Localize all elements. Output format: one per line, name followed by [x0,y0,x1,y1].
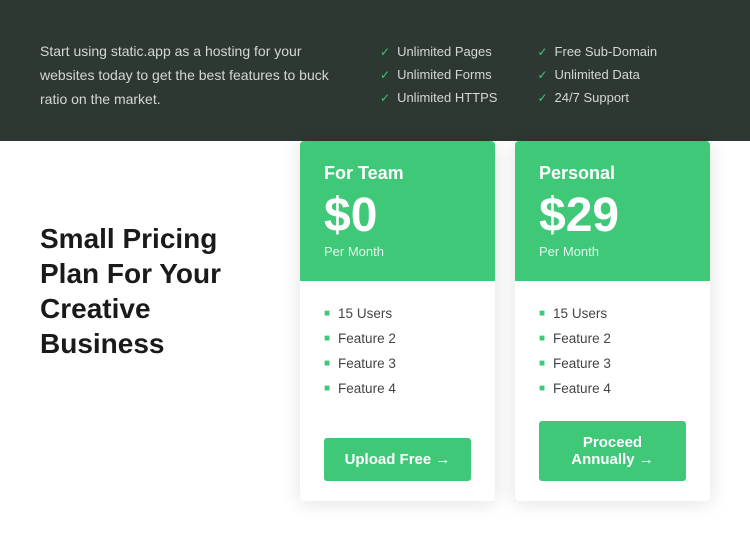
cards-container: For Team $0 Per Month ■ 15 Users ■ Featu… [300,141,710,501]
feature-list-item: ■ Feature 4 [539,376,686,401]
feature-list: ■ 15 Users ■ Feature 2 ■ Feature 3 ■ Fea… [539,301,686,401]
bullet-icon: ■ [324,308,330,319]
check-icon: ✓ [380,68,390,82]
feature-item: ✓ Unlimited HTTPS [380,90,497,105]
feature-list-item: ■ Feature 2 [539,326,686,351]
pricing-card-0: For Team $0 Per Month ■ 15 Users ■ Featu… [300,141,495,501]
feature-label: Unlimited HTTPS [397,90,497,105]
feature-list-item: ■ Feature 3 [324,351,471,376]
features-col-2: ✓ Free Sub-Domain ✓ Unlimited Data ✓ 24/7 Sup… [537,44,657,105]
feature-text: Feature 2 [338,331,396,346]
pricing-card-1: Personal $29 Per Month ■ 15 Users ■ Feat… [515,141,710,501]
feature-item: ✓ Unlimited Forms [380,67,497,82]
check-icon: ✓ [380,91,390,105]
pricing-heading: Small Pricing Plan For Your Creative Bus… [40,221,280,361]
bullet-icon: ■ [539,333,545,344]
features-columns: ✓ Unlimited Pages ✓ Unlimited Forms ✓ Unlimit… [380,40,710,105]
feature-list-item: ■ Feature 3 [539,351,686,376]
card-price: $0 [324,192,471,240]
bullet-icon: ■ [324,358,330,369]
feature-text: Feature 4 [553,381,611,396]
card-cta-button[interactable]: Proceed Annually → [539,421,686,481]
feature-label: Unlimited Forms [397,67,492,82]
bottom-section: Small Pricing Plan For Your Creative Bus… [0,141,750,501]
description-text: Start using static.app as a hosting for … [40,40,340,111]
card-header: For Team $0 Per Month [300,141,495,281]
feature-list-item: ■ Feature 2 [324,326,471,351]
check-icon: ✓ [537,68,547,82]
feature-text: Feature 4 [338,381,396,396]
bullet-icon: ■ [324,383,330,394]
check-icon: ✓ [380,45,390,59]
card-header: Personal $29 Per Month [515,141,710,281]
card-period: Per Month [539,244,686,259]
feature-item: ✓ Unlimited Data [537,67,657,82]
feature-list: ■ 15 Users ■ Feature 2 ■ Feature 3 ■ Fea… [324,301,471,401]
features-col-1: ✓ Unlimited Pages ✓ Unlimited Forms ✓ Unlimit… [380,44,497,105]
feature-item: ✓ Free Sub-Domain [537,44,657,59]
bottom-left: Small Pricing Plan For Your Creative Bus… [40,141,300,501]
feature-item: ✓ 24/7 Support [537,90,657,105]
feature-text: Feature 3 [553,356,611,371]
card-price: $29 [539,192,686,240]
card-period: Per Month [324,244,471,259]
feature-label: Unlimited Data [555,67,640,82]
feature-list-item: ■ 15 Users [324,301,471,326]
feature-list-item: ■ Feature 4 [324,376,471,401]
feature-text: 15 Users [553,306,607,321]
bullet-icon: ■ [539,383,545,394]
card-body: ■ 15 Users ■ Feature 2 ■ Feature 3 ■ Fea… [300,281,495,501]
feature-text: Feature 2 [553,331,611,346]
feature-label: Unlimited Pages [397,44,492,59]
bullet-icon: ■ [539,358,545,369]
card-body: ■ 15 Users ■ Feature 2 ■ Feature 3 ■ Fea… [515,281,710,501]
check-icon: ✓ [537,91,547,105]
card-title: Personal [539,163,686,184]
bullet-icon: ■ [539,308,545,319]
bullet-icon: ■ [324,333,330,344]
feature-text: Feature 3 [338,356,396,371]
feature-label: Free Sub-Domain [555,44,658,59]
top-description-block: Start using static.app as a hosting for … [40,40,340,111]
feature-text: 15 Users [338,306,392,321]
feature-item: ✓ Unlimited Pages [380,44,497,59]
check-icon: ✓ [537,45,547,59]
feature-label: 24/7 Support [555,90,629,105]
card-cta-button[interactable]: Upload Free → [324,438,471,481]
card-title: For Team [324,163,471,184]
feature-list-item: ■ 15 Users [539,301,686,326]
